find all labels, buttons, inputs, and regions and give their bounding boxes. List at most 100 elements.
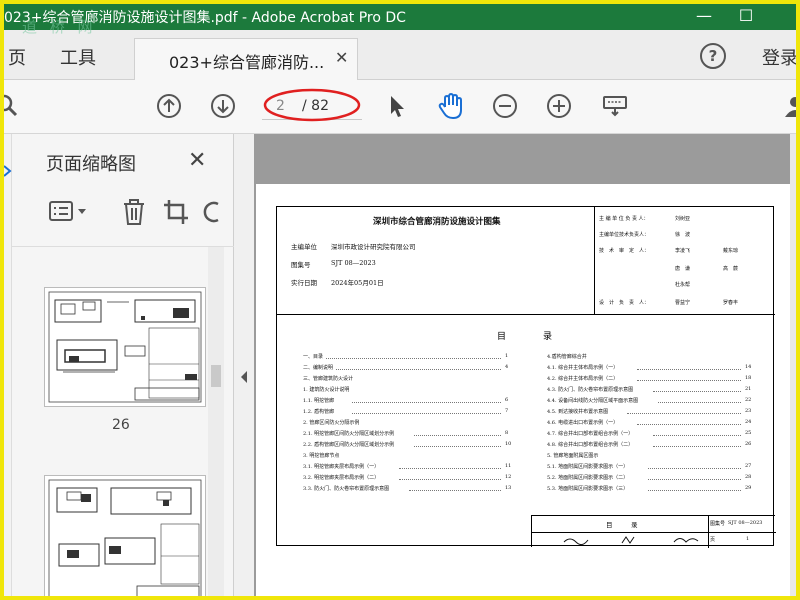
toc-entry-label: 4.5. 到达接收井布置示意图 xyxy=(547,409,609,415)
toc-entry: 2. 管廊区间防火分隔示例 xyxy=(303,419,513,427)
page-up-icon[interactable] xyxy=(156,93,182,119)
effective-date: 2024年05月01日 xyxy=(331,279,384,287)
toc-entry-leader xyxy=(658,402,741,403)
toc-entry-page: 28 xyxy=(745,474,752,480)
stamp-page: 1 xyxy=(746,536,750,542)
search-icon[interactable] xyxy=(0,93,20,119)
rotate-icon[interactable] xyxy=(202,198,222,226)
document-tab[interactable]: 023+综合管廊消防... ✕ xyxy=(134,38,358,80)
editor-unit-label: 主编单位 xyxy=(291,243,317,251)
toc-entry-leader xyxy=(351,402,501,403)
toc-entry-leader xyxy=(409,490,501,491)
toc-entry: 二、编制说明 4 xyxy=(303,364,513,372)
collapse-left-icon[interactable] xyxy=(239,370,249,384)
thumbnail-page-27[interactable] xyxy=(44,475,206,596)
panel-collapse-strip[interactable] xyxy=(234,134,254,596)
reviewer-e: 杜永帮 xyxy=(675,282,691,288)
toc-entry-leader xyxy=(647,468,741,469)
chief-unit-leader-label: 主 编 单 位 负 责 人： xyxy=(599,216,649,222)
title-stamp: 目 录 图集号 SJT 08—2023 页 1 xyxy=(531,515,776,548)
toc-entry-label: 二、编制说明 xyxy=(303,365,334,371)
select-arrow-icon[interactable] xyxy=(384,93,410,119)
toc-entry-leader xyxy=(653,435,741,436)
title-block-left: 深圳市综合管廊消防设施设计图集 主编单位 深圳市政设计研究院有限公司 图集号 S… xyxy=(277,207,595,315)
document-scrollbar[interactable] xyxy=(790,134,796,596)
navigation-strip xyxy=(4,134,12,596)
toc-entry-label: 3.2. 明挖管廊夹层布局示例（二） xyxy=(303,475,380,481)
toc-entry-page: 11 xyxy=(505,463,512,469)
delete-icon[interactable] xyxy=(120,198,148,226)
tools-menu[interactable]: 工具 xyxy=(60,44,96,70)
minimize-button[interactable]: — xyxy=(684,4,724,30)
toc-entry: 3.1. 明挖管廊夹层布局示例（一） 11 xyxy=(303,463,513,471)
toc-entry-leader xyxy=(414,435,501,436)
toc-entry-label: 三、管廊建筑防火设计 xyxy=(303,376,354,382)
toc-entry: 4.3. 防火门、防火卷帘布置原理示意图 21 xyxy=(547,386,753,394)
toc-entry-page: 26 xyxy=(745,441,752,447)
hand-tool-icon[interactable] xyxy=(436,91,466,121)
toc-entry-label: 5.2. 地面附属区间影要求图示（二） xyxy=(547,475,629,481)
tab-bar: 页 工具 023+综合管廊消防... ✕ ? 登录 xyxy=(4,30,796,80)
toc-entry-leader xyxy=(627,413,741,414)
toc-entry-label: 3.3. 防火门、防火卷帘布置原理示意图 xyxy=(303,486,390,492)
thumbnails-scroll-thumb[interactable] xyxy=(211,365,221,387)
toc-entry-label: 4.1. 综合井主体布局示例（一） xyxy=(547,365,619,371)
drawing-sheet: 深圳市综合管廊消防设施设计图集 主编单位 深圳市政设计研究院有限公司 图集号 S… xyxy=(276,206,776,548)
toc-entry-leader xyxy=(637,369,741,370)
options-list-icon[interactable] xyxy=(48,198,92,226)
crop-icon[interactable] xyxy=(162,198,190,226)
toc-entry-leader xyxy=(647,479,741,480)
page-down-icon[interactable] xyxy=(210,93,236,119)
reviewer-d: 高 蕨 xyxy=(723,266,739,272)
zoom-out-icon[interactable] xyxy=(492,93,518,119)
thumbnail-page-26[interactable] xyxy=(44,287,206,407)
reviewer-c: 唐 谦 xyxy=(675,266,691,272)
design-leader-b: 罗春丰 xyxy=(723,300,739,306)
toc-entry-leader xyxy=(637,424,741,425)
pdf-page: 深圳市综合管廊消防设施设计图集 主编单位 深圳市政设计研究院有限公司 图集号 S… xyxy=(256,184,790,596)
set-number-label: 图集号 xyxy=(291,261,311,269)
keyboard-tool-icon[interactable] xyxy=(602,93,628,119)
technical-leader-label: 主编单位技术负责人： xyxy=(599,232,650,238)
design-leader-a: 曹益宁 xyxy=(675,300,691,306)
toc-entry: 4.2. 综合井主体布局示例（二） 18 xyxy=(547,375,753,383)
zoom-in-icon[interactable] xyxy=(546,93,572,119)
login-button[interactable]: 登录 xyxy=(762,44,796,70)
toc-entry-label: 1.1. 明挖管廊 xyxy=(303,398,335,404)
thumbnails-close-button[interactable]: ✕ xyxy=(188,148,206,173)
page-thumbnails-tab-icon[interactable] xyxy=(4,164,12,178)
toc-entry: 1. 建筑防火设计说明 xyxy=(303,386,513,394)
acrobat-window: 023+综合管廊消防设施设计图集.pdf - Adobe Acrobat Pro… xyxy=(0,0,800,600)
document-view[interactable]: 深圳市综合管廊消防设施设计图集 主编单位 深圳市政设计研究院有限公司 图集号 S… xyxy=(254,134,796,596)
maximize-button[interactable]: ☐ xyxy=(726,4,766,30)
home-menu[interactable]: 页 xyxy=(8,44,26,70)
document-tab-close-button[interactable]: ✕ xyxy=(335,48,348,67)
toc-entry-label: 2.1. 明挖管廊区间防火分隔区域划分示例 xyxy=(303,431,395,437)
toc-entry-page: 22 xyxy=(745,397,752,403)
toc-entry: 4.8. 综合井出口部布置组合示例（二） 26 xyxy=(547,441,753,449)
toc-entry: 三、管廊建筑防火设计 xyxy=(303,375,513,383)
user-icon[interactable] xyxy=(782,93,800,119)
thumbnails-panel: 页面缩略图 ✕ 26 xyxy=(12,134,234,596)
thumbnails-scrollbar[interactable] xyxy=(208,247,224,596)
thumbnail-page-27-drawing xyxy=(48,479,202,596)
signature-strip xyxy=(563,536,699,546)
toc-entry: 4.5. 到达接收井布置示意图 23 xyxy=(547,408,753,416)
toc-entry-label: 2. 管廊区间防火分隔示例 xyxy=(303,420,360,426)
thumbnail-page-number: 26 xyxy=(112,417,130,433)
red-annotation-ellipse xyxy=(263,88,361,122)
toc-entry: 4.1. 综合井主体布局示例（一） 14 xyxy=(547,364,753,372)
help-button[interactable]: ? xyxy=(700,43,726,69)
toc-entry-page: 29 xyxy=(745,485,752,491)
effective-date-label: 实行日期 xyxy=(291,279,317,287)
toc-entry-leader xyxy=(398,479,501,480)
toc-entry: 4.7. 综合井出口部布置组合示例（一） 25 xyxy=(547,430,753,438)
reviewer-a: 李凌飞 xyxy=(675,248,691,254)
toc-entry-label: 3. 明挖管廊节点 xyxy=(303,453,340,459)
toc-entry-leader xyxy=(653,446,741,447)
toc-entry-page: 1 xyxy=(505,353,509,359)
toc-entry-page: 21 xyxy=(745,386,752,392)
stamp-set-number: SJT 08—2023 xyxy=(728,520,763,526)
toc-entry-label: 4.8. 综合井出口部布置组合示例（二） xyxy=(547,442,634,448)
toc-entry-page: 6 xyxy=(505,397,509,403)
